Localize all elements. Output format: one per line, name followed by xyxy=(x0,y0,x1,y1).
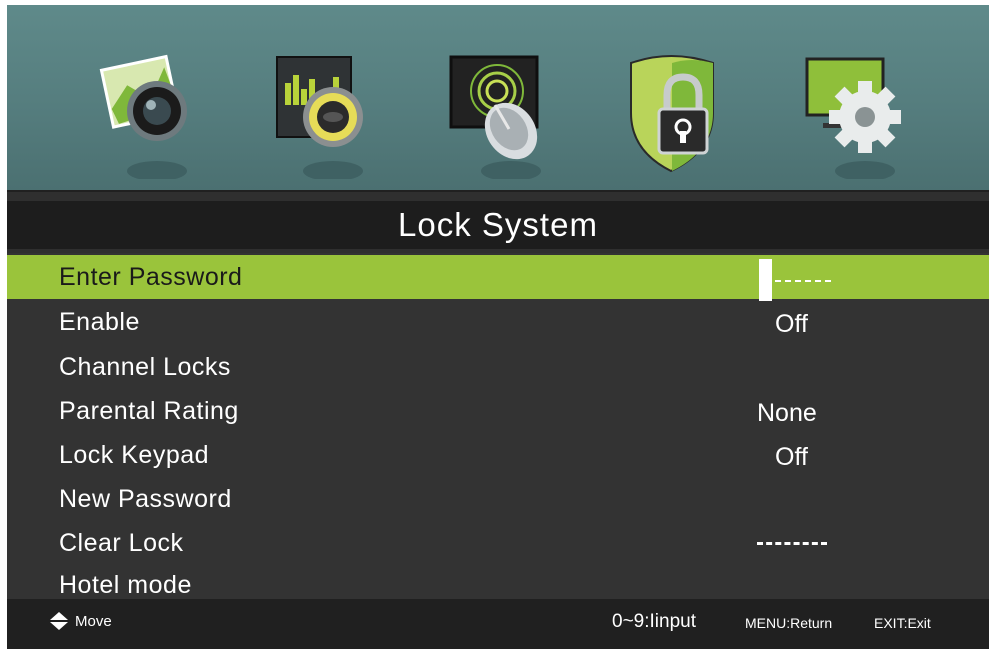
menu-item-label: Lock Keypad xyxy=(59,441,210,469)
text-cursor xyxy=(759,259,772,301)
up-down-arrow-icon xyxy=(50,612,68,630)
menu-item-value: Off xyxy=(775,443,808,471)
move-hint: Move xyxy=(49,611,112,631)
menu-item-label: Channel Locks xyxy=(59,353,231,381)
menu-item-clear-lock[interactable]: Clear Lock xyxy=(7,521,989,565)
input-hint: 0~9:Iinput xyxy=(612,611,696,632)
menu-icon-bar xyxy=(7,5,989,192)
sound-icon[interactable] xyxy=(271,53,375,179)
menu-item-enable[interactable]: Enable Off xyxy=(7,300,989,344)
page-title: Lock System xyxy=(7,201,989,249)
menu-item-label: Enter Password xyxy=(59,263,243,291)
menu-item-value: None xyxy=(757,399,817,427)
menu-item-channel-locks[interactable]: Channel Locks xyxy=(7,345,989,389)
menu-item-label: Clear Lock xyxy=(59,529,184,557)
menu-item-new-password[interactable]: New Password xyxy=(7,477,989,521)
menu-item-label: Parental Rating xyxy=(59,397,239,425)
menu-item-enter-password[interactable]: Enter Password xyxy=(7,255,989,301)
channel-icon[interactable] xyxy=(447,53,551,179)
setup-icon[interactable] xyxy=(801,53,905,179)
clear-lock-placeholder xyxy=(757,542,827,547)
footer-hint-bar: Move 0~9:Iinput MENU:Return EXIT:Exit xyxy=(7,599,989,649)
exit-hint: EXIT:Exit xyxy=(874,615,931,631)
menu-item-label: Enable xyxy=(59,308,140,336)
move-hint-label: Move xyxy=(75,612,112,630)
tv-osd-screen: Lock System Enter Password Enable Off Ch… xyxy=(7,5,989,649)
menu-item-parental-rating[interactable]: Parental Rating None xyxy=(7,389,989,433)
menu-return-hint: MENU:Return xyxy=(745,615,833,631)
menu-item-value: Off xyxy=(775,310,808,338)
menu-item-lock-keypad[interactable]: Lock Keypad Off xyxy=(7,433,989,477)
menu-item-label: New Password xyxy=(59,485,232,513)
lock-icon[interactable] xyxy=(621,53,725,179)
password-input-placeholder[interactable] xyxy=(775,280,831,284)
lock-menu-list: Enter Password Enable Off Channel Locks … xyxy=(7,253,989,599)
picture-icon[interactable] xyxy=(99,53,203,179)
menu-item-label: Hotel mode xyxy=(59,571,192,599)
